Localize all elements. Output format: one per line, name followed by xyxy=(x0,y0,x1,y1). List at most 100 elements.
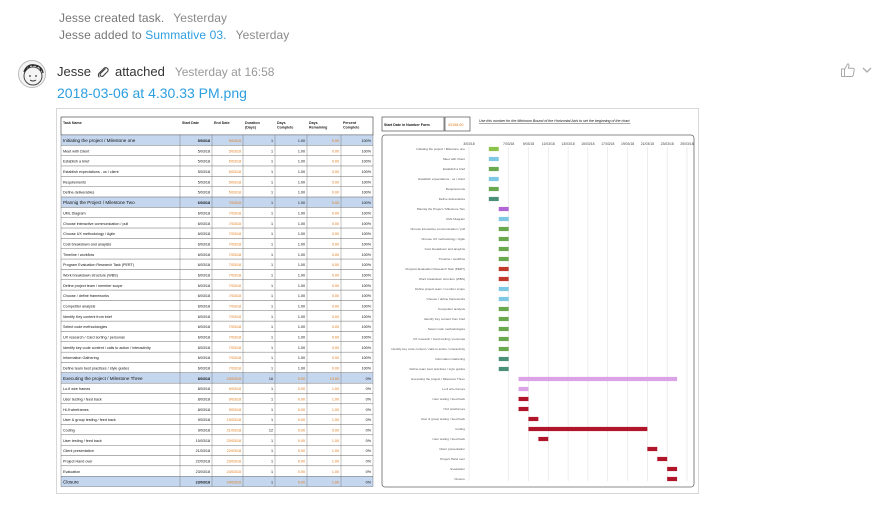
axis-tick-label: 17/03/18 xyxy=(601,142,614,146)
percent-complete: 100% xyxy=(362,367,372,371)
table-row xyxy=(60,186,374,198)
duration: 1 xyxy=(271,294,273,298)
start-date: 8/03/18 xyxy=(198,408,210,412)
start-date: 5/03/18 xyxy=(198,180,210,184)
duration: 1 xyxy=(271,418,273,422)
days-remaining: 0.00 xyxy=(332,253,339,257)
days-complete: 1.00 xyxy=(298,191,305,195)
axis-tick-label: 11/03/18 xyxy=(542,142,555,146)
avatar-sketch-icon[interactable] xyxy=(18,60,46,88)
start-date: 6/03/18 xyxy=(198,253,210,257)
gantt-bar xyxy=(647,446,658,452)
duration: 1 xyxy=(271,480,273,484)
start-date: 22/03/18 xyxy=(196,460,210,464)
duration: 1 xyxy=(271,335,273,339)
days-remaining: 0.00 xyxy=(332,367,339,371)
activity-added-to-project: Jesse added to Summative 03. Yesterday xyxy=(59,28,289,42)
column-header: End Date xyxy=(214,121,230,125)
percent-complete: 100% xyxy=(362,242,372,246)
gantt-bar xyxy=(667,476,678,482)
days-remaining: 0.00 xyxy=(332,284,339,288)
project-link[interactable]: Summative 03. xyxy=(145,28,226,42)
percent-complete: 100% xyxy=(362,294,372,298)
gantt-task-label: User & group testing / feed back xyxy=(421,417,466,421)
percent-complete: 100% xyxy=(362,170,372,174)
message-header: Jesse attached Yesterday at 16:58 xyxy=(57,64,274,79)
gantt-task-label: Evaluation xyxy=(451,467,466,471)
percent-complete: 100% xyxy=(362,356,372,360)
duration: 1 xyxy=(271,315,273,319)
gantt-task-label: Information Gathering xyxy=(435,357,465,361)
days-complete: 1.00 xyxy=(298,253,305,257)
task-name: User testing / feed back xyxy=(63,398,102,402)
task-name: Identify key code content / calls to act… xyxy=(63,346,151,350)
gantt-bar xyxy=(488,186,499,192)
task-name: Competitor analysis xyxy=(63,304,96,308)
start-date: 6/03/18 xyxy=(198,222,210,226)
axis-tick-label: 13/03/18 xyxy=(561,142,574,146)
days-remaining: 0.00 xyxy=(332,139,339,143)
gantt-task-label: Program Evaluation Research Task (PERT) xyxy=(405,267,465,271)
gantt-task-label: Lo-fi wire frames xyxy=(442,387,465,391)
gantt-bar xyxy=(498,226,509,232)
days-complete: 1.00 xyxy=(298,160,305,164)
gantt-bar xyxy=(498,286,509,292)
days-complete: 1.00 xyxy=(298,325,305,329)
end-date: 7/03/18 xyxy=(229,273,241,277)
days-complete: 1.00 xyxy=(298,139,305,143)
days-remaining: 13.00 xyxy=(330,377,339,381)
days-remaining: 0.00 xyxy=(332,335,339,339)
activity-time: Yesterday xyxy=(235,28,290,42)
days-remaining: 0.00 xyxy=(332,191,339,195)
gantt-bar xyxy=(488,156,499,162)
attachment-image[interactable]: Task Name Start Date End Date Duration (Days… xyxy=(56,108,699,494)
days-complete: 0.00 xyxy=(298,470,305,474)
start-box-label: Start Date in Number Form xyxy=(384,123,430,127)
duration: 16 xyxy=(269,377,273,381)
thumbs-up-icon[interactable] xyxy=(840,62,856,78)
task-name: Project Hand over xyxy=(63,460,93,464)
end-date: 7/03/18 xyxy=(229,242,241,246)
gantt-task-label: Plannig the Project / Milestone Two xyxy=(417,207,466,211)
table-row xyxy=(60,320,374,332)
end-date: 5/03/18 xyxy=(229,160,241,164)
table-row xyxy=(60,434,374,446)
table-row xyxy=(60,382,374,394)
days-complete: 1.00 xyxy=(298,211,305,215)
table-row xyxy=(60,145,374,156)
axis-tick-label: 15/03/18 xyxy=(581,142,594,146)
table-row xyxy=(60,455,374,467)
end-date: 24/03/18 xyxy=(227,480,241,484)
end-date: 5/03/18 xyxy=(229,139,241,143)
percent-complete: 100% xyxy=(362,160,372,164)
table-row xyxy=(60,393,374,405)
gantt-task-label: Identify key code content / calls to act… xyxy=(391,347,465,351)
activity-text: Jesse created task. xyxy=(59,11,165,25)
days-complete: 1.00 xyxy=(298,273,305,277)
days-remaining: 0.00 xyxy=(332,263,339,267)
duration: 1 xyxy=(271,211,273,215)
attachment-link[interactable]: 2018-03-06 at 4.30.33 PM.png xyxy=(57,85,247,101)
days-complete: 0.00 xyxy=(298,460,305,464)
gantt-task-label: Competitor analysis xyxy=(438,307,466,311)
percent-complete: 100% xyxy=(362,263,372,267)
percent-complete: 100% xyxy=(362,191,372,195)
percent-complete: 100% xyxy=(362,335,372,339)
task-name: Lo-fi wire frames xyxy=(63,387,90,391)
percent-complete: 100% xyxy=(362,346,372,350)
axis-tick-label: 3/03/18 xyxy=(463,142,474,146)
percent-complete: 100% xyxy=(362,180,372,184)
table-row xyxy=(60,248,374,260)
gantt-task-label: Initiating the project / Milestone one xyxy=(416,147,465,151)
gantt-task-label: Project Hand over xyxy=(440,457,465,461)
gantt-bar xyxy=(518,406,529,412)
end-date: 7/03/18 xyxy=(229,367,241,371)
author-name[interactable]: Jesse xyxy=(57,64,91,79)
gantt-spreadsheet-screenshot: Task Name Start Date End Date Duration (Days… xyxy=(60,116,695,488)
task-name: Timeline / workflow xyxy=(63,253,95,257)
gantt-bar xyxy=(488,196,499,202)
task-name: User & group testing / feed back xyxy=(63,418,116,422)
chevron-down-icon[interactable] xyxy=(862,66,872,74)
days-remaining: 0.00 xyxy=(332,346,339,350)
start-date: 6/03/18 xyxy=(198,263,210,267)
